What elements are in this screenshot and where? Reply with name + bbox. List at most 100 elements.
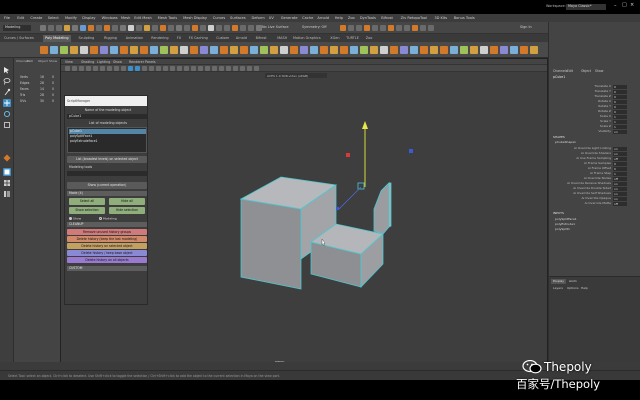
left-panel-menu-item[interactable]: Edit xyxy=(27,60,33,63)
render-tool-icon[interactable] xyxy=(420,25,426,31)
four-view-layout-icon[interactable] xyxy=(3,179,11,187)
status-line-tool-icon[interactable] xyxy=(248,25,254,31)
menu-item[interactable]: Edit xyxy=(17,16,24,20)
status-line-tool-icon[interactable] xyxy=(176,25,182,31)
show-current-operation-button[interactable]: Show (current operation) xyxy=(67,182,147,189)
shelf-tab[interactable]: Rigging xyxy=(102,35,119,42)
render-tool-icon[interactable] xyxy=(356,25,362,31)
shelf-tab[interactable]: MASH xyxy=(275,35,289,42)
attribute-value-field[interactable]: 0 xyxy=(613,84,627,89)
rotate-tool-icon[interactable] xyxy=(3,110,11,118)
shelf-tool-icon[interactable] xyxy=(380,46,388,54)
render-tool-icon[interactable] xyxy=(364,25,370,31)
attribute-value-field[interactable]: 0 xyxy=(613,99,627,104)
channel-box-tab[interactable]: Edit xyxy=(567,69,573,73)
input-node[interactable]: polyExtrude1 xyxy=(555,223,575,226)
shelf-tool-icon[interactable] xyxy=(310,46,318,54)
shelf-tool-icon[interactable] xyxy=(40,46,48,54)
menu-item[interactable]: Curves xyxy=(213,16,225,20)
shelf-tool-icon[interactable] xyxy=(350,46,358,54)
shelf-tool-icon[interactable] xyxy=(180,46,188,54)
shelf-tool-icon[interactable] xyxy=(140,46,148,54)
status-line-tool-icon[interactable] xyxy=(208,25,214,31)
shelf-tool-icon[interactable] xyxy=(440,46,448,54)
paint-select-tool-icon[interactable] xyxy=(3,88,11,96)
render-tool-icon[interactable] xyxy=(396,25,402,31)
menu-item[interactable]: Help xyxy=(335,16,343,20)
shelf-tab[interactable]: FX xyxy=(175,35,183,42)
shelf-tool-icon[interactable] xyxy=(110,46,118,54)
shelf-tool-icon[interactable] xyxy=(220,46,228,54)
menu-item[interactable]: Modify xyxy=(65,16,77,20)
attribute-value-field[interactable]: 1 xyxy=(613,119,627,124)
shelf-tool-icon[interactable] xyxy=(90,46,98,54)
outliner-layout-icon[interactable] xyxy=(3,190,11,198)
status-line-tool-icon[interactable] xyxy=(88,25,94,31)
menu-item[interactable]: 3D Kits xyxy=(434,16,447,20)
custom-section-header[interactable]: CUSTOM xyxy=(67,266,147,271)
status-line-tool-icon[interactable] xyxy=(144,25,150,31)
sign-in-link[interactable]: Sign In xyxy=(520,25,532,29)
radio-option[interactable]: Modeling xyxy=(99,217,117,221)
lasso-tool-icon[interactable] xyxy=(3,77,11,85)
menu-item[interactable]: Deform xyxy=(251,16,264,20)
menu-item[interactable]: DynTools xyxy=(360,16,376,20)
channel-box-tab[interactable]: Object xyxy=(581,69,591,73)
menu-item[interactable]: Display xyxy=(82,16,95,20)
mode-button[interactable]: Select all xyxy=(69,198,105,205)
shelf-tab[interactable]: Motion Graphics xyxy=(291,35,323,42)
menu-item[interactable]: Bifrost xyxy=(381,16,393,20)
shelf-tab[interactable]: Custom xyxy=(214,35,231,42)
live-surface-label[interactable]: No Live Surface xyxy=(262,25,289,29)
layer-editor-tab[interactable]: Anim xyxy=(567,279,579,284)
status-line-tool-icon[interactable] xyxy=(168,25,174,31)
object-list-item[interactable]: polyExtrudeFace1 xyxy=(69,139,146,144)
shelf-tool-icon[interactable] xyxy=(210,46,218,54)
workspace-dropdown[interactable]: Maya Classic* xyxy=(566,4,606,10)
menu-item[interactable]: Arnold xyxy=(317,16,329,20)
radio-button-icon[interactable] xyxy=(99,217,102,220)
status-line-tool-icon[interactable] xyxy=(224,25,230,31)
shelf-tool-icon[interactable] xyxy=(330,46,338,54)
object-list[interactable]: pCube1 polySplitFace1 polyExtrudeFace1 xyxy=(67,127,147,153)
menu-item[interactable]: Zoo xyxy=(348,16,355,20)
shelf-tool-icon[interactable] xyxy=(340,46,348,54)
shape-attribute-value[interactable]: on xyxy=(613,146,627,151)
mode-section-header[interactable]: Mode (4) xyxy=(67,191,147,196)
single-perspective-layout-icon[interactable] xyxy=(3,168,11,176)
shelf-tool-icon[interactable] xyxy=(370,46,378,54)
shape-attribute-value[interactable]: off xyxy=(613,176,627,181)
mode-button[interactable]: Show selection xyxy=(69,207,105,214)
shelf-tool-icon[interactable] xyxy=(450,46,458,54)
attribute-value-field[interactable]: 0 xyxy=(613,89,627,94)
shelf-tab[interactable]: Rendering xyxy=(149,35,170,42)
shelf-tool-icon[interactable] xyxy=(280,46,288,54)
menu-item[interactable]: Bonus Tools xyxy=(454,16,475,20)
shelf-tab[interactable]: Zoo xyxy=(364,35,374,42)
attribute-value-field[interactable]: 1 xyxy=(613,124,627,129)
cleanup-button[interactable]: Delete history (keep the last modeling) xyxy=(67,236,147,242)
shelf-tool-icon[interactable] xyxy=(470,46,478,54)
shape-attribute-value[interactable]: on xyxy=(613,181,627,186)
status-line-tool-icon[interactable] xyxy=(112,25,118,31)
shape-attribute-value[interactable]: on xyxy=(613,191,627,196)
status-line-tool-icon[interactable] xyxy=(64,25,70,31)
mode-button[interactable]: Hide all xyxy=(109,198,145,205)
shape-attribute-value[interactable]: on xyxy=(613,186,627,191)
status-line-tool-icon[interactable] xyxy=(160,25,166,31)
shelf-tool-icon[interactable] xyxy=(420,46,428,54)
menu-item[interactable]: Surfaces xyxy=(230,16,246,20)
attribute-value-field[interactable]: 0 xyxy=(613,109,627,114)
history-field[interactable] xyxy=(67,171,147,176)
menu-item[interactable]: Select xyxy=(48,16,59,20)
menu-item[interactable]: Mesh xyxy=(121,16,130,20)
shape-attribute-value[interactable]: off xyxy=(613,156,627,161)
shelf-tool-icon[interactable] xyxy=(490,46,498,54)
menu-set-dropdown[interactable]: Modeling xyxy=(3,25,31,31)
input-node[interactable]: polySplitFace1 xyxy=(555,218,577,221)
layer-editor-tab[interactable]: Display xyxy=(551,279,567,284)
status-line-tool-icon[interactable] xyxy=(184,25,190,31)
shelf-tool-icon[interactable] xyxy=(480,46,488,54)
selected-object-name[interactable]: pCube1 xyxy=(553,75,565,79)
attribute-value-field[interactable]: on xyxy=(613,129,627,134)
